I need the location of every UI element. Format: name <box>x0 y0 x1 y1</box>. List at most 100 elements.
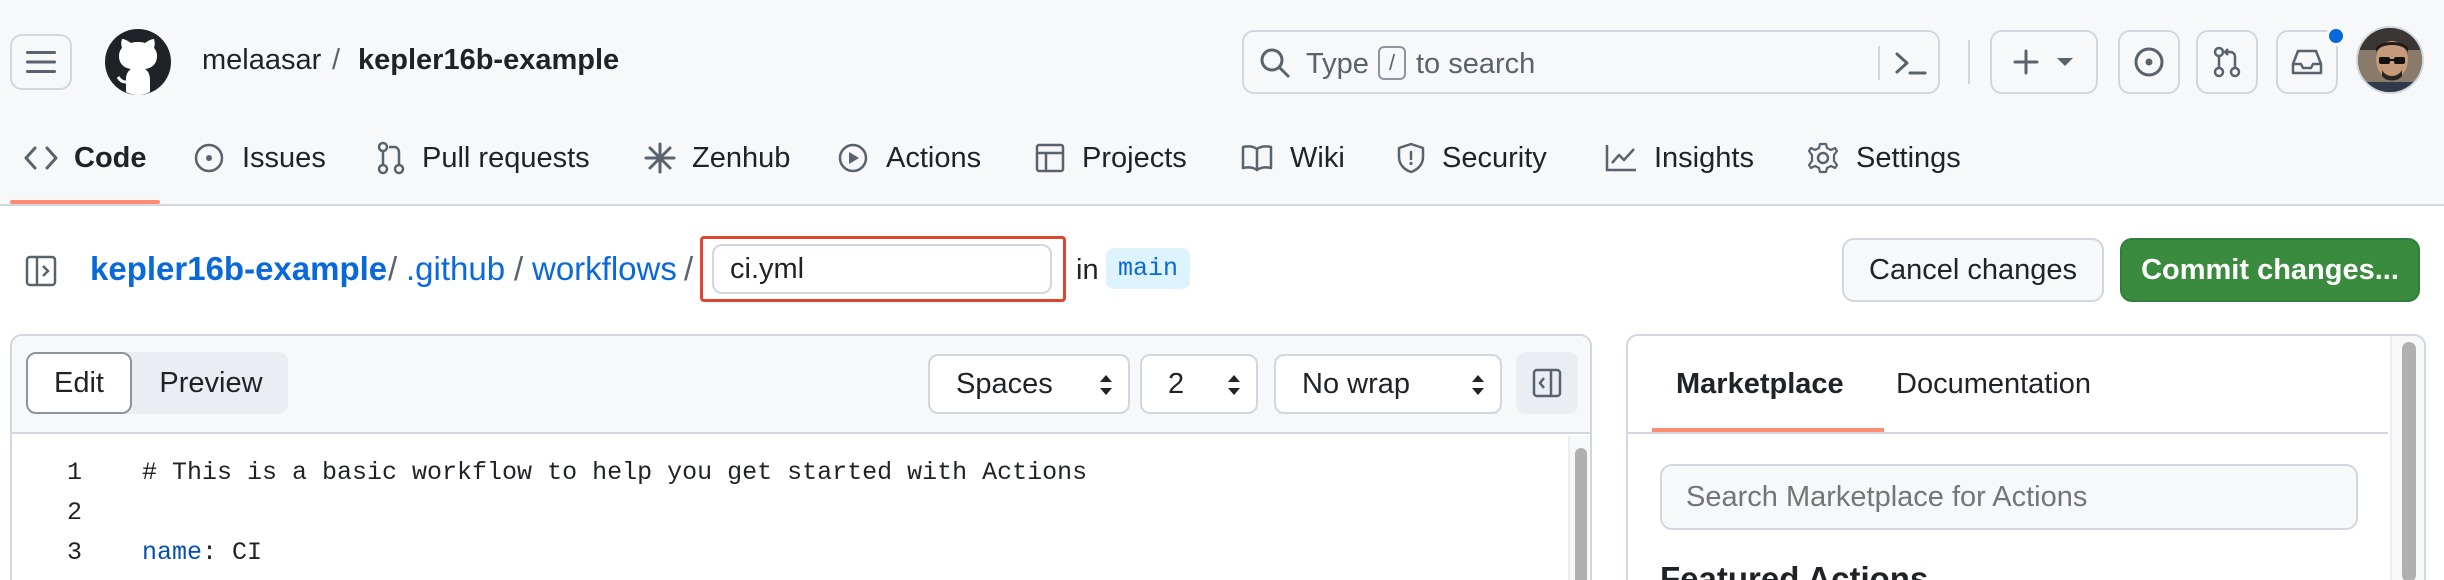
tab-code-label: Code <box>74 141 147 174</box>
search-divider <box>1878 46 1880 80</box>
indent-size-select[interactable]: 2 <box>1140 354 1258 414</box>
tab-pull-requests[interactable]: Pull requests <box>376 138 590 178</box>
preview-tab[interactable]: Preview <box>134 352 288 414</box>
yaml-key: name <box>142 538 203 567</box>
marketplace-search-input[interactable] <box>1660 464 2358 530</box>
wrap-mode-select[interactable]: No wrap <box>1274 354 1502 414</box>
active-panel-tab-indicator <box>1652 428 1884 432</box>
tab-insights-label: Insights <box>1654 141 1754 174</box>
chevron-down-icon <box>2057 58 2073 66</box>
menu-button[interactable] <box>10 34 72 90</box>
cancel-changes-button[interactable]: Cancel changes <box>1842 238 2104 302</box>
tab-marketplace[interactable]: Marketplace <box>1676 368 1844 401</box>
play-icon <box>838 143 868 173</box>
tab-security-label: Security <box>1442 141 1547 174</box>
issues-icon <box>194 143 224 173</box>
line-number: 2 <box>66 498 82 527</box>
tab-zenhub-label: Zenhub <box>692 141 791 174</box>
header-divider <box>1968 40 1970 84</box>
search-placeholder-prefix: Type <box>1306 48 1369 80</box>
commit-changes-button[interactable]: Commit changes... <box>2120 238 2420 302</box>
editor-toolbar: Edit Preview Spaces 2 No wrap <box>12 336 1590 434</box>
tab-settings[interactable]: Settings <box>1806 138 1961 178</box>
tab-code[interactable]: Code <box>24 138 147 178</box>
shield-icon <box>1397 142 1425 174</box>
branch-badge: main <box>1106 248 1191 289</box>
issues-button[interactable] <box>2118 30 2180 94</box>
path-separator: / <box>684 250 694 287</box>
file-tree-toggle-icon[interactable] <box>24 254 58 288</box>
tab-insights[interactable]: Insights <box>1604 138 1754 178</box>
tab-issues-label: Issues <box>242 141 326 174</box>
active-tab-indicator <box>10 200 160 204</box>
edit-preview-toggle: Edit Preview <box>26 352 288 414</box>
tab-wiki[interactable]: Wiki <box>1240 138 1345 178</box>
avatar[interactable] <box>2356 26 2424 94</box>
wrap-mode-value: No wrap <box>1302 367 1410 400</box>
hamburger-icon <box>26 51 56 73</box>
create-new-button[interactable] <box>1990 30 2098 94</box>
tab-zenhub[interactable]: Zenhub <box>644 138 790 178</box>
tab-settings-label: Settings <box>1856 141 1961 174</box>
side-panel-toggle[interactable] <box>1516 352 1578 414</box>
indent-mode-value: Spaces <box>956 367 1053 400</box>
command-palette-icon[interactable] <box>1894 48 1928 78</box>
path-separator: / <box>388 250 398 287</box>
select-arrows-icon <box>1472 375 1484 395</box>
path-workflows-link[interactable]: workflows <box>532 250 677 288</box>
notification-indicator <box>2326 26 2346 46</box>
select-arrows-icon <box>1100 375 1112 395</box>
global-search[interactable]: Type / to search <box>1242 30 1940 94</box>
repo-link[interactable]: kepler16b-example <box>358 44 619 77</box>
tab-security[interactable]: Security <box>1396 138 1547 178</box>
code-editor: Edit Preview Spaces 2 No wrap 1 # This i… <box>10 334 1592 580</box>
tab-documentation[interactable]: Documentation <box>1896 368 2091 401</box>
search-icon <box>1260 48 1290 78</box>
branch-in-label: in <box>1076 254 1099 286</box>
global-header: melaasar / kepler16b-example Type / to s… <box>0 0 2444 206</box>
tab-projects[interactable]: Projects <box>1034 138 1187 178</box>
line-number: 1 <box>66 458 82 487</box>
zenhub-icon <box>644 142 676 174</box>
gear-icon <box>1807 142 1839 174</box>
pull-requests-icon <box>2213 46 2241 78</box>
pull-requests-button[interactable] <box>2196 30 2258 94</box>
indent-mode-select[interactable]: Spaces <box>928 354 1130 414</box>
book-icon <box>1241 145 1273 172</box>
tab-wiki-label: Wiki <box>1290 141 1345 174</box>
search-placeholder-suffix: to search <box>1416 48 1536 80</box>
code-line[interactable]: # This is a basic workflow to help you g… <box>142 458 1087 487</box>
path-repo-link[interactable]: kepler16b-example <box>90 250 387 288</box>
search-shortcut-key: / <box>1378 46 1406 80</box>
featured-actions-heading: Featured Actions <box>1660 560 1929 580</box>
breadcrumb-separator: / <box>332 44 341 76</box>
tab-actions-label: Actions <box>886 141 982 174</box>
pull-requests-icon <box>377 141 405 175</box>
owner-link[interactable]: melaasar <box>202 44 321 77</box>
path-github-link[interactable]: .github <box>406 250 505 288</box>
sidebar-collapse-icon <box>1532 368 1562 398</box>
panel-scrollbar[interactable] <box>2390 336 2424 580</box>
path-separator: / <box>514 250 524 287</box>
code-line[interactable]: name: CI <box>142 538 262 567</box>
editor-scrollbar[interactable] <box>1568 436 1590 580</box>
table-icon <box>1035 143 1065 173</box>
code-icon <box>24 146 58 170</box>
tab-actions[interactable]: Actions <box>836 138 981 178</box>
marketplace-panel: Marketplace Documentation Featured Actio… <box>1626 334 2426 580</box>
yaml-colon: : <box>202 538 218 567</box>
panel-tabs: Marketplace Documentation <box>1628 336 2388 434</box>
graph-icon <box>1605 145 1636 172</box>
inbox-icon <box>2291 49 2323 75</box>
yaml-value: CI <box>217 538 263 567</box>
github-logo-icon[interactable] <box>104 28 172 96</box>
indent-size-value: 2 <box>1168 367 1185 400</box>
line-number: 3 <box>66 538 82 567</box>
select-arrows-icon <box>1228 375 1240 395</box>
panel-scrollbar-thumb[interactable] <box>2402 342 2416 580</box>
edit-tab[interactable]: Edit <box>26 352 132 414</box>
editor-scrollbar-thumb[interactable] <box>1575 448 1587 580</box>
filename-input[interactable] <box>712 244 1052 294</box>
tab-projects-label: Projects <box>1082 141 1187 174</box>
tab-issues[interactable]: Issues <box>192 138 326 178</box>
